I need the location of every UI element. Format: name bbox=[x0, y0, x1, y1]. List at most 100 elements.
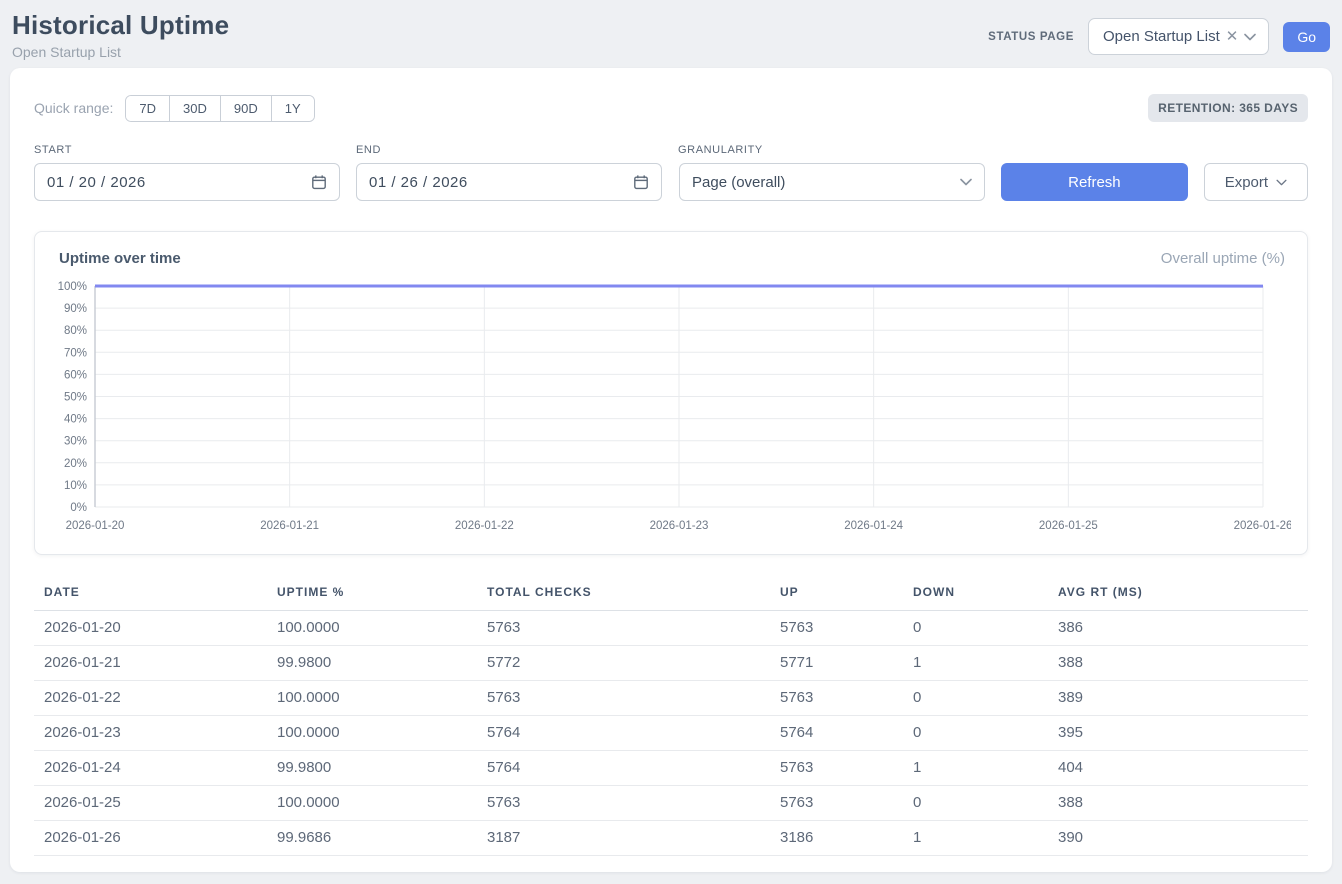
table-cell: 2026-01-22 bbox=[34, 681, 277, 716]
table-row: 2026-01-2199.9800577257711388 bbox=[34, 646, 1308, 681]
table-cell: 99.9800 bbox=[277, 751, 487, 786]
granularity-select[interactable]: Page (overall) bbox=[679, 163, 985, 201]
table-cell: 3186 bbox=[780, 821, 913, 856]
table-cell: 404 bbox=[1058, 751, 1308, 786]
table-cell: 5764 bbox=[780, 716, 913, 751]
table-cell: 386 bbox=[1058, 611, 1308, 646]
svg-text:2026-01-21: 2026-01-21 bbox=[260, 520, 319, 532]
calendar-icon[interactable] bbox=[633, 174, 649, 190]
uptime-table: DATE UPTIME % TOTAL CHECKS UP DOWN AVG R… bbox=[34, 579, 1308, 856]
granularity-label: GRANULARITY bbox=[678, 144, 985, 156]
clear-icon[interactable]: ✕ bbox=[1226, 29, 1239, 44]
quick-range-90d[interactable]: 90D bbox=[220, 96, 271, 121]
chart-header: Uptime over time Overall uptime (%) bbox=[51, 250, 1293, 267]
export-button[interactable]: Export bbox=[1204, 163, 1308, 201]
table-cell: 2026-01-21 bbox=[34, 646, 277, 681]
svg-text:2026-01-24: 2026-01-24 bbox=[844, 520, 903, 532]
page-subtitle: Open Startup List bbox=[12, 44, 229, 60]
filter-row: START 01 / 20 / 2026 END 01 / 26 / 2026 … bbox=[34, 144, 1308, 201]
chart-card: Uptime over time Overall uptime (%) 100%… bbox=[34, 231, 1308, 555]
refresh-button[interactable]: Refresh bbox=[1001, 163, 1188, 201]
svg-text:0%: 0% bbox=[70, 502, 87, 514]
granularity-value: Page (overall) bbox=[692, 174, 785, 191]
retention-badge: RETENTION: 365 DAYS bbox=[1148, 94, 1308, 122]
chevron-down-icon bbox=[960, 178, 972, 186]
uptime-chart-svg: 100%90%80%70%60%50%40%30%20%10%0%2026-01… bbox=[51, 277, 1291, 543]
start-date-input[interactable]: 01 / 20 / 2026 bbox=[34, 163, 340, 201]
end-label: END bbox=[356, 144, 662, 156]
table-cell: 99.9800 bbox=[277, 646, 487, 681]
table-cell: 2026-01-26 bbox=[34, 821, 277, 856]
svg-text:2026-01-23: 2026-01-23 bbox=[650, 520, 709, 532]
col-down: DOWN bbox=[913, 579, 1058, 611]
uptime-chart: 100%90%80%70%60%50%40%30%20%10%0%2026-01… bbox=[51, 277, 1293, 548]
svg-text:2026-01-26: 2026-01-26 bbox=[1234, 520, 1291, 532]
end-date-field-wrap: END 01 / 26 / 2026 bbox=[356, 144, 662, 201]
quick-range-30d[interactable]: 30D bbox=[169, 96, 220, 121]
calendar-icon[interactable] bbox=[311, 174, 327, 190]
table-cell: 5763 bbox=[780, 786, 913, 821]
table-row: 2026-01-25100.0000576357630388 bbox=[34, 786, 1308, 821]
table-cell: 390 bbox=[1058, 821, 1308, 856]
go-button[interactable]: Go bbox=[1283, 22, 1330, 52]
table-row: 2026-01-2699.9686318731861390 bbox=[34, 821, 1308, 856]
table-cell: 100.0000 bbox=[277, 716, 487, 751]
table-cell: 99.9686 bbox=[277, 821, 487, 856]
table-cell: 2026-01-23 bbox=[34, 716, 277, 751]
table-cell: 0 bbox=[913, 786, 1058, 821]
svg-text:90%: 90% bbox=[64, 303, 87, 315]
chart-title: Uptime over time bbox=[59, 250, 181, 267]
svg-text:100%: 100% bbox=[58, 281, 87, 293]
table-cell: 388 bbox=[1058, 786, 1308, 821]
svg-text:70%: 70% bbox=[64, 347, 87, 359]
table-cell: 5763 bbox=[487, 681, 780, 716]
status-page-select[interactable]: Open Startup List ✕ bbox=[1088, 18, 1269, 55]
table-cell: 395 bbox=[1058, 716, 1308, 751]
table-cell: 100.0000 bbox=[277, 611, 487, 646]
table-cell: 5772 bbox=[487, 646, 780, 681]
table-cell: 5763 bbox=[487, 611, 780, 646]
chevron-down-icon bbox=[1276, 179, 1287, 186]
status-page-value: Open Startup List bbox=[1103, 28, 1220, 45]
page-title: Historical Uptime bbox=[12, 10, 229, 41]
start-date-value: 01 / 20 / 2026 bbox=[47, 174, 146, 191]
table-cell: 389 bbox=[1058, 681, 1308, 716]
end-date-input[interactable]: 01 / 26 / 2026 bbox=[356, 163, 662, 201]
col-up: UP bbox=[780, 579, 913, 611]
chart-legend: Overall uptime (%) bbox=[1161, 250, 1285, 267]
svg-text:60%: 60% bbox=[64, 369, 87, 381]
table-cell: 2026-01-24 bbox=[34, 751, 277, 786]
quick-range-group: 7D 30D 90D 1Y bbox=[125, 95, 314, 122]
export-label: Export bbox=[1225, 174, 1268, 191]
table-cell: 1 bbox=[913, 646, 1058, 681]
granularity-field-wrap: GRANULARITY Page (overall) bbox=[678, 144, 985, 201]
table-cell: 0 bbox=[913, 716, 1058, 751]
table-cell: 5771 bbox=[780, 646, 913, 681]
table-row: 2026-01-22100.0000576357630389 bbox=[34, 681, 1308, 716]
quick-range-label: Quick range: bbox=[34, 100, 113, 116]
col-uptime: UPTIME % bbox=[277, 579, 487, 611]
start-label: START bbox=[34, 144, 340, 156]
svg-text:2026-01-25: 2026-01-25 bbox=[1039, 520, 1098, 532]
svg-text:2026-01-22: 2026-01-22 bbox=[455, 520, 514, 532]
table-row: 2026-01-23100.0000576457640395 bbox=[34, 716, 1308, 751]
table-header: DATE UPTIME % TOTAL CHECKS UP DOWN AVG R… bbox=[34, 579, 1308, 611]
svg-text:40%: 40% bbox=[64, 414, 87, 426]
table-row: 2026-01-2499.9800576457631404 bbox=[34, 751, 1308, 786]
table-cell: 5763 bbox=[780, 611, 913, 646]
table-row: 2026-01-20100.0000576357630386 bbox=[34, 611, 1308, 646]
table-cell: 1 bbox=[913, 821, 1058, 856]
table-cell: 100.0000 bbox=[277, 786, 487, 821]
status-page-label: STATUS PAGE bbox=[988, 31, 1074, 43]
table-cell: 5764 bbox=[487, 751, 780, 786]
quick-range-1y[interactable]: 1Y bbox=[271, 96, 314, 121]
main-card: Quick range: 7D 30D 90D 1Y RETENTION: 36… bbox=[10, 68, 1332, 872]
table-cell: 5764 bbox=[487, 716, 780, 751]
table-cell: 100.0000 bbox=[277, 681, 487, 716]
table-cell: 5763 bbox=[780, 681, 913, 716]
quick-range-7d[interactable]: 7D bbox=[126, 96, 169, 121]
svg-text:30%: 30% bbox=[64, 436, 87, 448]
table-cell: 5763 bbox=[487, 786, 780, 821]
header-controls: STATUS PAGE Open Startup List ✕ Go bbox=[988, 10, 1330, 55]
svg-text:50%: 50% bbox=[64, 392, 87, 404]
